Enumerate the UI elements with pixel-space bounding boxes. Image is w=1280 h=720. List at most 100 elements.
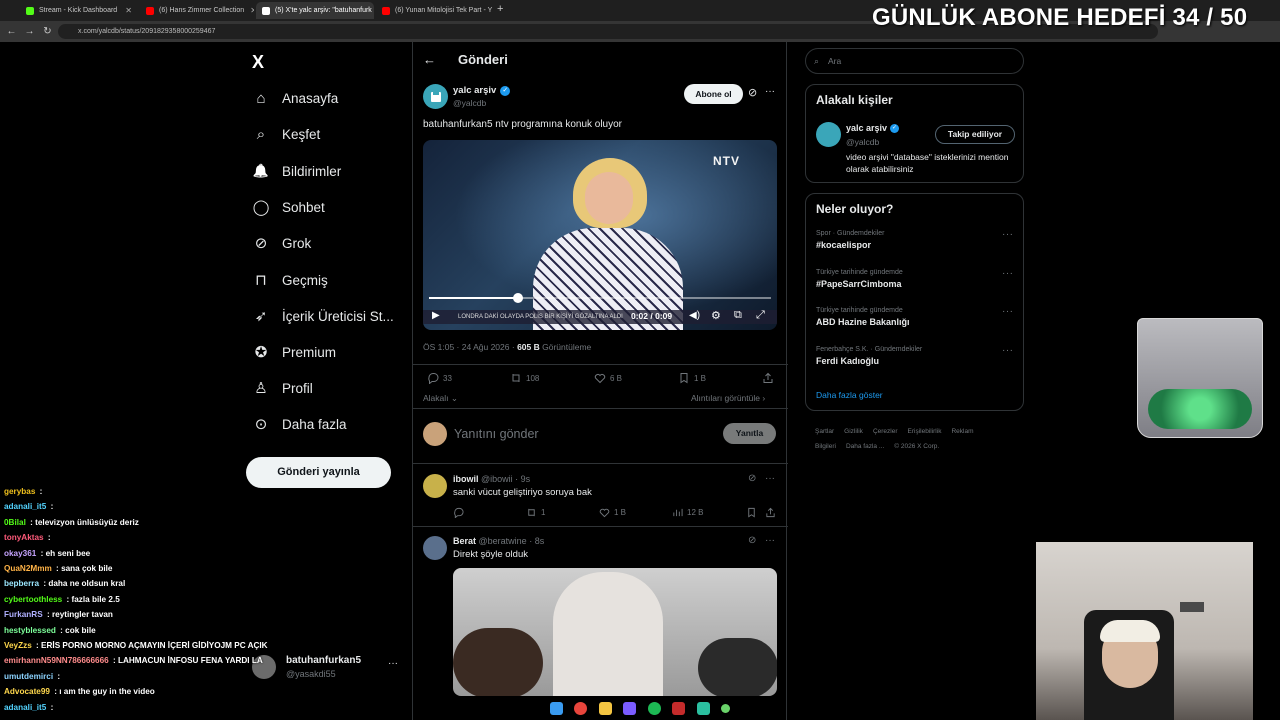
bookmark-icon[interactable] [746, 507, 761, 518]
app-icon[interactable] [672, 701, 686, 715]
share-icon[interactable] [765, 507, 780, 518]
reply-media[interactable] [453, 568, 777, 696]
reply-action[interactable]: 33 [427, 372, 452, 384]
discord-icon[interactable] [623, 701, 637, 715]
relevant-person-name[interactable]: yalc arşiv ✓ [846, 123, 900, 133]
view-quotes-link[interactable]: Alıntıları görüntüle › [691, 393, 765, 403]
chat-username[interactable]: tonyAktas [4, 533, 44, 542]
relevant-sort-dropdown[interactable]: Alakalı ⌄ [423, 393, 458, 404]
video-progress-track[interactable] [429, 297, 771, 299]
nav-item-8[interactable]: ✪ Premium [252, 340, 336, 364]
footer-link[interactable]: Daha fazla ... [846, 443, 884, 450]
new-tab-icon[interactable]: + [497, 3, 503, 15]
more-dots-icon[interactable]: ··· [765, 535, 775, 546]
reply-action[interactable] [453, 507, 468, 518]
more-dots-icon[interactable]: ··· [1002, 345, 1014, 356]
browser-tab[interactable]: (6) Yunan Mitolojisi Tek Part - Y ✕ [376, 2, 494, 19]
more-dots-icon[interactable]: ··· [388, 658, 398, 669]
grok-icon[interactable]: ⊘ [748, 86, 757, 99]
trend-item[interactable]: Türkiye tarihinde gündemde #PapeSarrCimbo… [816, 268, 1016, 289]
chat-username[interactable]: 0Bilal [4, 518, 26, 527]
footer-link[interactable]: Şartlar [815, 428, 834, 435]
avatar[interactable] [423, 536, 447, 560]
following-button[interactable]: Takip ediliyor [935, 125, 1015, 144]
grok-icon[interactable]: ⊘ [748, 535, 756, 546]
like-action[interactable]: 6 B [594, 372, 622, 384]
video-scrubber-handle[interactable] [512, 293, 523, 303]
nav-item-1[interactable]: ⌂ Anasayfa [252, 86, 338, 110]
reply-button[interactable]: Yanıtla [723, 423, 776, 444]
reply-author[interactable]: Berat @beratwine · 8s [453, 536, 544, 546]
avatar[interactable] [423, 84, 448, 109]
chat-username[interactable]: adanali_it5 [4, 703, 46, 712]
browser-tab[interactable]: (6) Hans Zimmer Collection ✕ [140, 2, 254, 19]
forward-arrow-icon[interactable]: → [23, 25, 36, 38]
reply-input[interactable]: Yanıtını gönder [454, 427, 539, 441]
nav-item-10[interactable]: ⊙ Daha fazla [252, 412, 347, 436]
footer-link[interactable]: Gizlilik [844, 428, 863, 435]
start-icon[interactable] [550, 701, 563, 715]
app-icon[interactable] [696, 701, 710, 715]
nav-item-7[interactable]: ➶ İçerik Üreticisi St... [252, 304, 394, 328]
grok-icon[interactable]: ⊘ [748, 473, 756, 484]
repost-action[interactable]: 1 [526, 507, 545, 518]
reload-icon[interactable]: ↻ [41, 25, 54, 38]
chat-username[interactable]: okay361 [4, 549, 36, 558]
nav-item-5[interactable]: ⊘ Grok [252, 231, 312, 255]
picture-in-picture-icon[interactable]: ⧉ [734, 309, 742, 322]
trend-item[interactable]: Türkiye tarihinde gündemde ABD Hazine Bak… [816, 306, 1016, 327]
chat-username[interactable]: cybertoothless [4, 595, 62, 604]
share-icon[interactable] [762, 372, 778, 384]
post-button[interactable]: Gönderi yayınla [246, 457, 391, 488]
trend-item[interactable]: Spor · Gündemdekiler #kocaelispor ··· [816, 229, 1016, 250]
fullscreen-icon[interactable]: ⤢ [756, 309, 765, 322]
search-input[interactable]: ⌕ Ara [805, 48, 1024, 74]
app-icon[interactable] [720, 703, 730, 713]
chat-username[interactable]: umutdemirci [4, 672, 53, 681]
bookmark-action[interactable]: 1 B [678, 372, 706, 384]
play-icon[interactable]: ▶ [432, 310, 440, 321]
chat-username[interactable]: gerybas [4, 487, 35, 496]
folder-icon[interactable] [598, 701, 612, 715]
chat-username[interactable]: emirhannN59NN786666666 [4, 656, 109, 665]
chrome-icon[interactable] [574, 701, 588, 715]
volume-icon[interactable]: ◀) [689, 310, 700, 321]
reply-author[interactable]: ibowil @ibowii · 9s [453, 474, 530, 484]
footer-link[interactable]: © 2026 X Corp. [894, 443, 939, 450]
subscribe-button[interactable]: Abone ol [684, 84, 743, 104]
close-tab-icon[interactable]: ✕ [119, 6, 132, 15]
nav-item-6[interactable]: ⊓ Geçmiş [252, 268, 328, 292]
more-dots-icon[interactable]: ··· [765, 473, 775, 484]
back-arrow-icon[interactable]: ← [5, 25, 18, 38]
avatar[interactable] [816, 122, 841, 147]
more-dots-icon[interactable]: ··· [1002, 229, 1014, 240]
views-action[interactable]: 12 B [672, 507, 703, 518]
chat-username[interactable]: bepberra [4, 579, 39, 588]
close-tab-icon[interactable]: ✕ [372, 6, 374, 15]
x-logo-icon[interactable]: X [252, 52, 264, 73]
settings-gear-icon[interactable]: ⚙ [711, 309, 721, 322]
more-dots-icon[interactable]: ··· [1002, 306, 1014, 317]
footer-link[interactable]: Çerezler [873, 428, 898, 435]
browser-tab[interactable]: Stream - Kick Dashboard ✕ [20, 2, 138, 19]
close-tab-icon[interactable]: ✕ [244, 6, 254, 15]
chat-username[interactable]: adanali_it5 [4, 502, 46, 511]
trend-item[interactable]: Fenerbahçe S.K. · Gündemdekiler Ferdi Kad… [816, 345, 1016, 366]
like-action[interactable]: 1 B [599, 507, 626, 518]
nav-item-4[interactable]: ◯ Sohbet [252, 195, 325, 219]
chat-username[interactable]: hestyblessed [4, 626, 56, 635]
more-dots-icon[interactable]: ··· [1002, 268, 1014, 279]
footer-link[interactable]: Erişilebilirlik [908, 428, 942, 435]
chat-username[interactable]: FurkanRS [4, 610, 43, 619]
show-more-link[interactable]: Daha fazla göster [816, 390, 883, 400]
nav-item-9[interactable]: ♙ Profil [252, 376, 313, 400]
video-player[interactable]: NTV LONDRA DAKİ OLAYDA POLİS BİR KİŞİYİ … [423, 140, 777, 330]
browser-tab-active[interactable]: (5) X'te yalc arşiv: "batuhanfurk ✕ [256, 2, 374, 19]
avatar[interactable] [423, 474, 447, 498]
spotify-icon[interactable] [647, 701, 661, 715]
chat-username[interactable]: VeyZzs [4, 641, 32, 650]
repost-action[interactable]: 108 [510, 372, 539, 384]
more-dots-icon[interactable]: ··· [765, 86, 775, 97]
back-arrow-icon[interactable]: ← [423, 52, 436, 67]
chat-username[interactable]: QuaN2Mmm [4, 564, 52, 573]
